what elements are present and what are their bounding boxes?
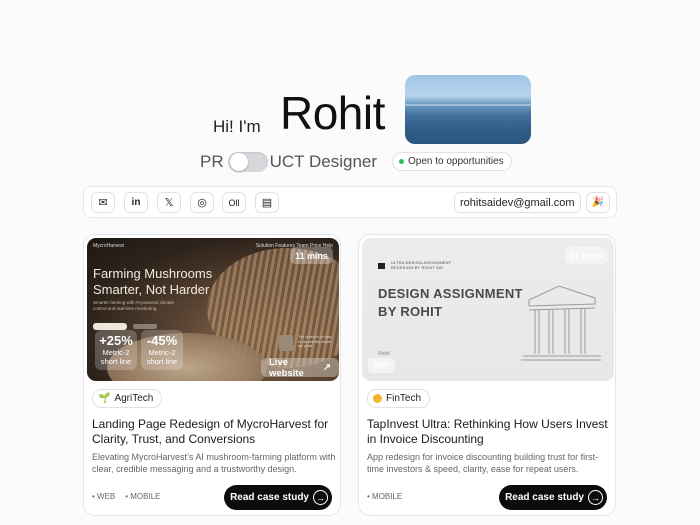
arrow-right-icon: → (588, 490, 603, 505)
case-study-description: Elevating MycroHarvest’s AI mushroom-far… (92, 452, 336, 474)
case-study-card-mycroharvest[interactable]: MycroHarvest Solution Features Team Pric… (83, 234, 341, 516)
arrow-right-icon: → (313, 490, 328, 505)
thumbnail-cta (93, 323, 127, 330)
platform-label: • MOBILE (125, 492, 161, 501)
assignment-logo-text: ULTRA DESIGN ASSIGNMENT REDESIGN BY ROHI… (391, 261, 452, 270)
testimonial-text: The control is so easy to use and the re… (298, 335, 333, 348)
case-study-card-tapinvest[interactable]: ULTRA DESIGN ASSIGNMENT REDESIGN BY ROHI… (358, 234, 616, 516)
x-icon[interactable]: 𝕏 (157, 192, 181, 213)
read-case-study-button[interactable]: Read case study → (499, 485, 607, 510)
case-study-thumbnail: ULTRA DESIGN ASSIGNMENT REDESIGN BY ROHI… (362, 238, 614, 381)
temple-sketch-image (521, 285, 601, 361)
metric-card: +25% Metric-2 short line (95, 330, 137, 370)
role-line: PR UCT Designer (200, 150, 377, 174)
platform-list: • WEB • MOBILE (92, 492, 161, 501)
linkedin-icon[interactable]: in (124, 192, 148, 213)
platform-label: • MOBILE (367, 492, 403, 501)
role-suffix: UCT Designer (269, 152, 378, 171)
industry-tag: 🌱 AgriTech (92, 389, 163, 408)
industry-tag: FinTech (367, 389, 431, 408)
role-toggle[interactable] (227, 152, 268, 172)
assignment-logo-icon (378, 263, 385, 269)
metric-card: -45% Metric-2 short line (141, 330, 183, 370)
coin-icon (373, 394, 382, 403)
confetti-icon[interactable]: 🎉 (586, 192, 610, 213)
contact-bar: ✉ in 𝕏 ◎ Oll ▤ rohitsaidev@gmail.com 🎉 (83, 186, 617, 218)
case-study-thumbnail: MycroHarvest Solution Features Team Pric… (87, 238, 339, 381)
mail-icon[interactable]: ✉ (91, 192, 115, 213)
live-website-button[interactable]: Live website ↗ (261, 357, 339, 379)
external-link-icon: ↗ (323, 362, 331, 373)
instagram-icon[interactable]: ◎ (190, 192, 214, 213)
hero-ocean-image (405, 75, 531, 144)
role-prefix: PR (200, 152, 224, 171)
wip-badge: WIP (368, 358, 396, 373)
signature-text: Rohit (378, 351, 390, 357)
case-study-description: App redesign for invoice discounting bui… (367, 452, 599, 474)
read-cv-icon[interactable]: Oll (222, 192, 246, 213)
platform-label: • WEB (92, 492, 116, 501)
case-study-title: TapInvest Ultra: Rethinking How Users In… (367, 417, 608, 446)
status-dot-icon (399, 159, 404, 164)
hero-section: Hi! I'm Rohit PR UCT Designer Open to op… (0, 0, 700, 180)
thumbnail-headline: Farming Mushrooms Smarter, Not Harder (93, 266, 213, 297)
testimonial-avatar (279, 335, 293, 351)
toggle-knob (229, 153, 248, 171)
thumbnail-subtext: Smarter farming with AI-powered climate … (93, 300, 175, 311)
read-time-badge: 11 mins (289, 247, 333, 264)
email-address[interactable]: rohitsaidev@gmail.com (454, 192, 581, 213)
read-time-badge: 11 mins (564, 247, 608, 264)
read-case-study-button[interactable]: Read case study → (224, 485, 332, 510)
greeting-text: Hi! I'm (213, 117, 261, 136)
case-study-title: Landing Page Redesign of MycroHarvest fo… (92, 417, 329, 446)
thumbnail-link (133, 324, 157, 329)
resume-icon[interactable]: ▤ (255, 192, 279, 213)
platform-list: • MOBILE (367, 492, 402, 501)
availability-badge: Open to opportunities (392, 152, 512, 171)
designer-name: Rohit (280, 87, 385, 139)
thumbnail-title: DESIGN ASSIGNMENT BY ROHIT (378, 286, 523, 319)
availability-text: Open to opportunities (408, 156, 504, 167)
sprout-icon: 🌱 (98, 393, 111, 404)
